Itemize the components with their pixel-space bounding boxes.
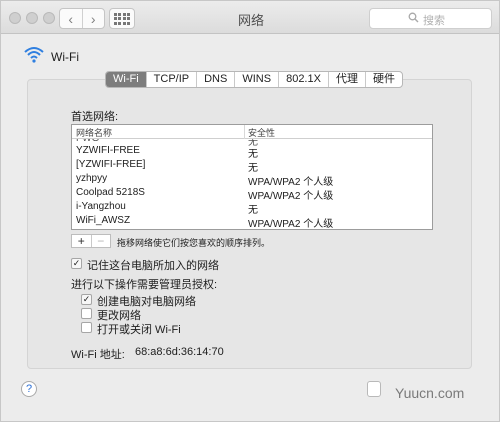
- preferred-networks-label: 首选网络:: [71, 111, 119, 123]
- search-placeholder: 搜索: [423, 15, 445, 27]
- network-name: yzhpyy: [76, 173, 108, 184]
- tab-8021x[interactable]: 802.1X: [278, 72, 328, 87]
- network-name: i-Yangzhou: [76, 201, 126, 212]
- network-name: YZWIFI-FREE: [76, 145, 140, 156]
- table-row[interactable]: WiFi_AWSZ WPA/WPA2 个人级: [72, 214, 432, 230]
- network-name: WiFi_AWSZ: [76, 215, 131, 226]
- add-remove-buttons: + −: [71, 234, 111, 248]
- change-network-checkbox[interactable]: [81, 308, 92, 319]
- table-row[interactable]: i-Yangzhou 无: [72, 200, 432, 216]
- watermark-text: Yuucn.com: [395, 385, 465, 401]
- search-field[interactable]: 搜索: [369, 8, 492, 29]
- column-header-name[interactable]: 网络名称: [76, 126, 112, 139]
- network-name: Coolpad 5218S: [76, 187, 145, 198]
- remember-networks-label: 记住这台电脑所加入的网络: [87, 260, 219, 272]
- network-window: ‹ › 网络 搜索 Wi-Fi Wi-Fi TCP/IP DNS WINS 80…: [0, 0, 500, 422]
- drag-hint: 拖移网络使它们按您喜欢的顺序排列。: [117, 238, 271, 248]
- column-header-security[interactable]: 安全性: [248, 126, 275, 139]
- tab-bar: Wi-Fi TCP/IP DNS WINS 802.1X 代理 硬件: [105, 71, 403, 88]
- add-network-button[interactable]: +: [72, 234, 91, 248]
- table-row[interactable]: yzhpyy WPA/WPA2 个人级: [72, 172, 432, 188]
- table-row[interactable]: [YZWIFI-FREE] 无: [72, 158, 432, 174]
- wifi-address-value: 68:a8:6d:36:14:70: [135, 346, 224, 358]
- toggle-wifi-label: 打开或关闭 Wi-Fi: [97, 324, 181, 336]
- tab-proxy[interactable]: 代理: [327, 72, 365, 87]
- network-name: [YZWIFI-FREE]: [76, 159, 146, 170]
- table-header: 网络名称 安全性: [72, 125, 432, 139]
- tab-wifi[interactable]: Wi-Fi: [106, 72, 146, 87]
- toggle-wifi-checkbox[interactable]: [81, 322, 92, 333]
- wifi-address-label: Wi-Fi 地址:: [71, 349, 125, 361]
- admin-required-label: 进行以下操作需要管理员授权:: [71, 279, 218, 291]
- remember-networks-checkbox[interactable]: ✓: [71, 258, 82, 269]
- create-computer-network-checkbox[interactable]: ✓: [81, 294, 92, 305]
- remove-network-button[interactable]: −: [90, 234, 111, 248]
- table-row[interactable]: Coolpad 5218S WPA/WPA2 个人级: [72, 186, 432, 202]
- help-button[interactable]: ?: [21, 381, 37, 397]
- search-icon: [408, 12, 419, 23]
- tab-wins[interactable]: WINS: [234, 72, 278, 87]
- network-security: WPA/WPA2 个人级: [248, 219, 334, 230]
- table-row[interactable]: YZWIFI-FREE 无: [72, 144, 432, 160]
- tab-tcpip[interactable]: TCP/IP: [145, 72, 196, 87]
- tab-dns[interactable]: DNS: [196, 72, 234, 87]
- titlebar: ‹ › 网络 搜索: [1, 1, 499, 34]
- preferred-networks-table[interactable]: FWG 无 网络名称 安全性 YZWIFI-FREE 无 [YZWIFI-FRE…: [71, 124, 433, 230]
- tab-hardware[interactable]: 硬件: [364, 72, 402, 87]
- service-title: Wi-Fi: [51, 50, 79, 64]
- wifi-icon: [24, 47, 44, 63]
- advanced-button[interactable]: [367, 381, 381, 397]
